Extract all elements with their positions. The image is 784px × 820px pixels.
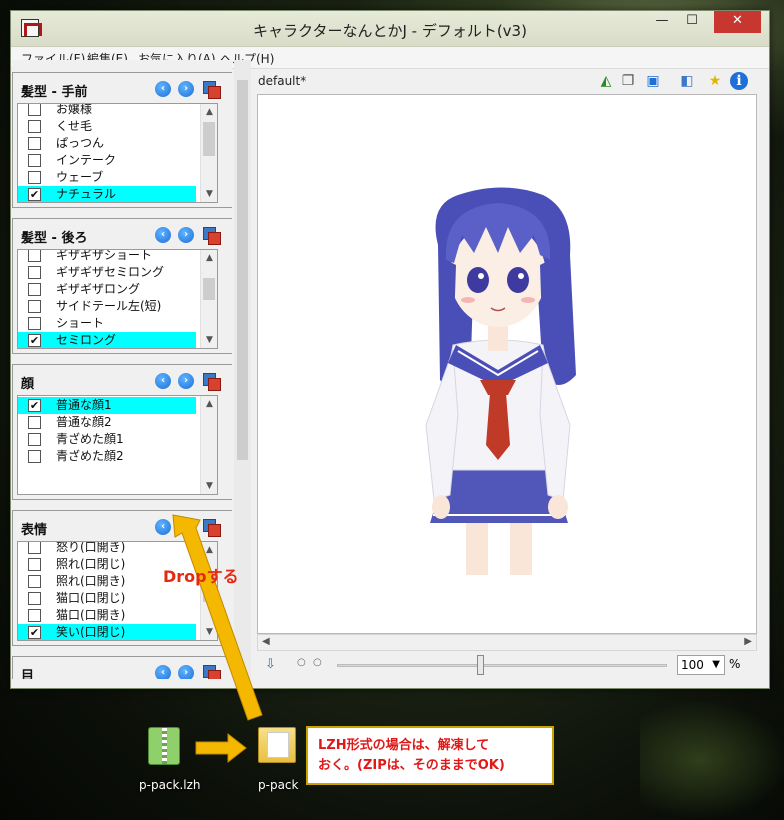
drop-arrow-icon <box>172 514 263 721</box>
lzh-file-label[interactable]: p-pack.lzh <box>139 778 201 792</box>
zip-file-icon[interactable] <box>148 727 180 765</box>
folder-label[interactable]: p-pack <box>258 778 298 792</box>
drop-instruction: Dropする <box>163 567 239 586</box>
callout-line-2: おく。(ZIPは、そのままでOK) <box>318 758 505 773</box>
folder-icon[interactable] <box>258 727 296 763</box>
folder-paper-icon <box>267 732 289 758</box>
instruction-callout: LZH形式の場合は、解凍して おく。(ZIPは、そのままでOK) <box>306 726 554 785</box>
annotation-arrows <box>172 514 263 764</box>
right-arrow-icon <box>195 732 247 764</box>
callout-line-1: LZH形式の場合は、解凍して <box>318 738 490 753</box>
zipper-icon <box>162 728 167 764</box>
